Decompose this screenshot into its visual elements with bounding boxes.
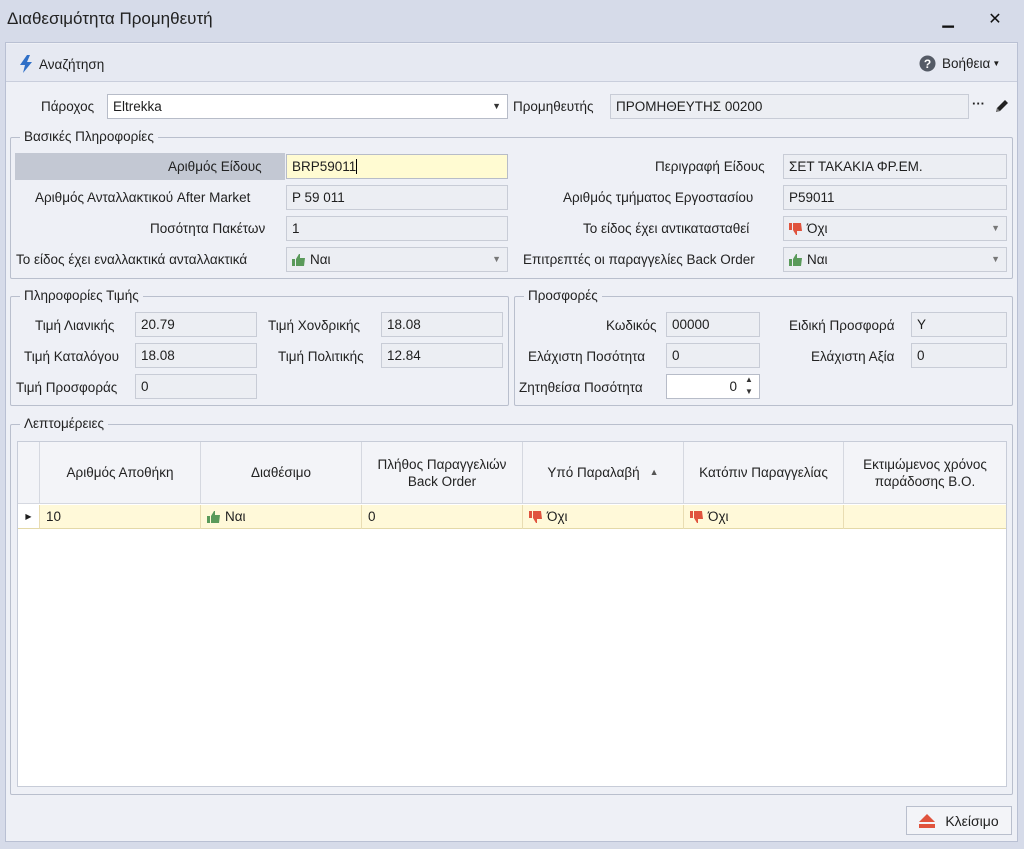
column-header-backorders[interactable]: Πλήθος Παραγγελιών Back Order [362,442,523,504]
chevron-down-icon: ▼ [991,223,1000,233]
description-label: Περιγραφή Είδους [655,159,765,174]
item-no-label: Αριθμός Είδους [168,159,262,174]
offer-code-label: Κωδικός [606,318,657,333]
alternatives-value: Ναι [310,252,331,267]
backorder-select[interactable]: Ναι ▼ [783,247,1007,272]
column-header-on-order[interactable]: Κατόπιν Παραγγελίας [684,442,844,504]
alternatives-label: Το είδος έχει εναλλακτικά ανταλλακτικά [16,252,248,267]
sort-ascending-icon: ▲ [649,467,659,477]
requested-qty-value: 0 [729,379,737,394]
pricing-title: Πληροφορίες Τιμής [20,288,143,303]
special-offer-field: Y [911,312,1007,337]
alternatives-select[interactable]: Ναι ▼ [286,247,508,272]
search-button-label: Αναζήτηση [39,56,105,72]
thumbs-up-icon [207,511,220,523]
provider-value: Eltrekka [113,99,162,114]
factory-field: P59011 [783,185,1007,210]
offer-price-field: 0 [135,374,257,399]
requested-qty-label: Ζητηθείσα Ποσότητα [519,380,643,395]
replaced-select[interactable]: Όχι ▼ [783,216,1007,241]
aftermarket-label: Αριθμός Ανταλλακτικού After Market [35,190,251,205]
replaced-value: Όχι [807,221,828,236]
basic-info-title: Βασικές Πληροφορίες [20,129,158,144]
supplier-field: ΠΡΟΜΗΘΕΥΤΗΣ 00200 [610,94,969,119]
minimize-button[interactable]: ▁ [936,8,960,32]
search-button[interactable]: Αναζήτηση [19,55,104,73]
eject-icon [919,813,936,828]
description-field: ΣΕΤ ΤΑΚΑΚΙΑ ΦΡ.ΕΜ. [783,154,1007,179]
column-header-receiving-label: Υπό Παραλαβή [547,465,640,480]
retail-field: 20.79 [135,312,257,337]
provider-label: Πάροχος [41,99,95,114]
row-indicator-header [18,442,40,504]
cell-eta [844,505,1006,529]
min-qty-field: 0 [666,343,760,368]
cell-receiving-value: Όχι [547,509,568,524]
lightning-icon [20,55,32,73]
caret-down-icon: ▼ [992,59,1001,68]
supplier-value: ΠΡΟΜΗΘΕΥΤΗΣ 00200 [616,99,763,114]
thumbs-down-icon [529,511,542,523]
thumbs-down-icon [789,223,802,235]
policy-label: Τιμή Πολιτικής [278,349,364,364]
cell-receiving: Όχι [523,505,684,529]
help-icon: ? [919,55,936,72]
catalog-label: Τιμή Καταλόγου [24,349,120,364]
text-cursor [356,159,358,174]
catalog-field: 18.08 [135,343,257,368]
cell-backorders: 0 [362,505,523,529]
column-header-warehouse[interactable]: Αριθμός Αποθήκη [40,442,201,504]
wholesale-label: Τιμή Χονδρικής [268,318,361,333]
backorder-label: Επιτρεπτές οι παραγγελίες Back Order [523,252,755,267]
retail-label: Τιμή Λιανικής [35,318,115,333]
thumbs-down-icon [690,511,703,523]
min-qty-label: Ελάχιστη Ποσότητα [528,349,646,364]
pkg-qty-field: 1 [286,216,508,241]
cell-available-value: Ναι [225,509,246,524]
help-menu-label: Βοήθεια [942,56,991,71]
chevron-down-icon: ▼ [492,101,501,111]
column-header-eta[interactable]: Εκτιμώμενος χρόνος παράδοσης B.O. [844,442,1006,504]
cell-on-order-value: Όχι [708,509,729,524]
thumbs-up-icon [789,254,802,266]
replaced-label: Το είδος έχει αντικατασταθεί [583,221,750,236]
svg-text:?: ? [924,57,931,71]
more-button[interactable]: ··· [972,96,985,111]
backorder-value: Ναι [807,252,828,267]
spin-down-icon[interactable]: ▼ [745,386,753,397]
column-header-available[interactable]: Διαθέσιμο [201,442,362,504]
min-value-label: Ελάχιστη Αξία [811,349,895,364]
row-indicator-icon: ▶ [18,505,40,529]
window-title: Διαθεσιμότητα Προμηθευτή [7,9,213,28]
chevron-down-icon: ▼ [991,254,1000,264]
item-no-input[interactable]: BRP59011 [286,154,508,179]
cell-on-order: Όχι [684,505,844,529]
item-no-value: BRP59011 [292,159,357,174]
provider-select[interactable]: Eltrekka ▼ [107,94,508,119]
offer-code-field: 00000 [666,312,760,337]
close-window-button[interactable]: ✕ [983,8,1007,32]
cell-warehouse: 10 [40,505,201,529]
supplier-label: Προμηθευτής [513,99,594,114]
cell-available: Ναι [201,505,362,529]
policy-field: 12.84 [381,343,503,368]
wholesale-field: 18.08 [381,312,503,337]
offers-title: Προσφορές [524,288,602,303]
close-button[interactable]: Κλείσιμο [906,806,1012,835]
details-title: Λεπτομέρειες [20,416,109,431]
factory-label: Αριθμός τμήματος Εργοστασίου [563,190,754,205]
toolbar [6,44,1017,82]
column-header-receiving[interactable]: Υπό Παραλαβή ▲ [523,442,684,504]
offer-price-label: Τιμή Προσφοράς [16,380,118,395]
aftermarket-field: P 59 011 [286,185,508,210]
spin-up-icon[interactable]: ▲ [745,374,753,385]
close-button-label: Κλείσιμο [945,812,999,829]
thumbs-up-icon [292,254,305,266]
pkg-qty-label: Ποσότητα Πακέτων [150,221,266,236]
edit-icon[interactable] [994,98,1010,114]
chevron-down-icon: ▼ [492,254,501,264]
special-offer-label: Ειδική Προσφορά [789,318,895,333]
min-value-field: 0 [911,343,1007,368]
help-menu[interactable]: ? Βοήθεια ▼ [919,55,1000,72]
